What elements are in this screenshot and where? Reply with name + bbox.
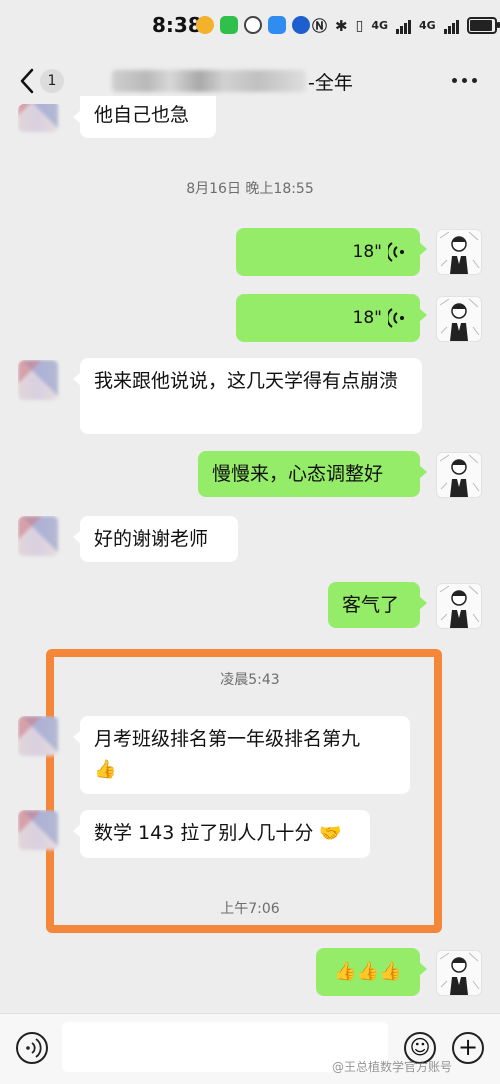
more-options-icon[interactable]	[452, 78, 477, 83]
teacher-cartoon-icon	[439, 454, 480, 497]
contact-avatar[interactable]	[18, 104, 62, 136]
system-icons: Ⓝ ✱ ▯ 4G 4G	[312, 15, 500, 36]
chat-title: -全年	[308, 72, 353, 94]
signal-icon	[396, 18, 411, 34]
voice-wave-icon	[26, 1038, 42, 1058]
my-avatar[interactable]	[436, 452, 482, 498]
battery-icon	[466, 17, 500, 34]
teacher-cartoon-icon	[439, 952, 480, 995]
voice-duration: 18"	[352, 242, 382, 262]
teacher-cartoon-icon	[439, 231, 480, 274]
thumbs-up-icon: 👍	[334, 960, 357, 982]
thumbs-up-icon: 👍	[356, 960, 380, 982]
message-bubble: 好的谢谢老师	[73, 516, 238, 562]
bluetooth-icon: ✱	[335, 16, 348, 35]
message-text: 慢慢来，心态调整好	[212, 463, 384, 485]
voice-message-bubble[interactable]: 18"	[236, 228, 427, 276]
message-bubble: 他自己也急	[73, 96, 216, 138]
timestamp: 8月16日 晚上18:55	[186, 181, 314, 197]
voice-wave-icon	[388, 242, 404, 262]
thumbs-up-icon: 👍	[94, 758, 117, 780]
my-avatar[interactable]	[436, 950, 482, 996]
voice-duration: 18"	[352, 308, 382, 328]
teacher-cartoon-icon	[439, 585, 480, 628]
app-icon	[268, 16, 286, 34]
handshake-icon: 🤝	[319, 822, 342, 844]
notification-icons	[196, 16, 310, 34]
contact-avatar[interactable]	[18, 716, 62, 760]
voice-message-bubble[interactable]: 18"	[236, 294, 427, 342]
more-functions-button[interactable]: +	[452, 1032, 484, 1064]
plus-icon: +	[457, 1033, 479, 1061]
timestamp: 上午7:06	[220, 901, 280, 917]
chat-icon	[244, 16, 262, 34]
my-avatar[interactable]	[436, 229, 482, 275]
message-text: 客气了	[342, 594, 400, 616]
voice-input-button[interactable]	[16, 1032, 48, 1064]
message-text: 我来跟他说说，这几天学得有点崩溃	[94, 370, 399, 392]
message-bubble: 慢慢来，心态调整好	[198, 451, 427, 497]
message-bubble: 数学 143 拉了别人几十分 🤝	[73, 810, 370, 858]
signal-icon-2	[443, 18, 459, 34]
network-label-1: 4G	[371, 19, 388, 32]
wechat-icon	[220, 16, 238, 34]
teacher-cartoon-icon	[439, 298, 480, 341]
smile-icon: ☺	[409, 1035, 431, 1059]
vibrate-icon: ▯	[355, 17, 364, 34]
message-bubble: 月考班级排名第一年级排名第九 👍	[73, 716, 410, 794]
my-avatar[interactable]	[436, 296, 482, 342]
message-text: 好的谢谢老师	[94, 528, 209, 550]
nfc-icon: Ⓝ	[312, 17, 328, 35]
thumbs-up-icon: 👍	[379, 960, 402, 982]
contact-avatar[interactable]	[18, 810, 62, 854]
weibo-icon	[196, 16, 214, 34]
contact-avatar[interactable]	[18, 516, 62, 560]
unread-count-badge[interactable]: 1	[40, 69, 64, 93]
message-bubble: 我来跟他说说，这几天学得有点崩溃	[73, 358, 422, 434]
contact-avatar[interactable]	[18, 360, 62, 404]
clock: 8:38	[152, 13, 202, 37]
voice-wave-icon	[388, 308, 404, 328]
watermark: @王总植数学官方账号	[332, 1060, 453, 1074]
message-bubble: 👍👍👍	[316, 948, 427, 996]
message-text: 月考班级排名第一年级排名第九	[94, 728, 361, 750]
status-bar: 8:38 Ⓝ ✱ ▯ 4G 4G	[0, 0, 500, 56]
timestamp: 凌晨5:43	[220, 672, 280, 688]
my-avatar[interactable]	[436, 583, 482, 629]
message-text: 他自己也急	[94, 104, 190, 126]
message-text: 数学 143 拉了别人几十分	[94, 822, 314, 844]
app2-icon	[292, 16, 310, 34]
network-label-2: 4G	[419, 19, 436, 32]
chat-title-blurred	[112, 70, 306, 92]
message-bubble: 客气了	[328, 582, 427, 628]
